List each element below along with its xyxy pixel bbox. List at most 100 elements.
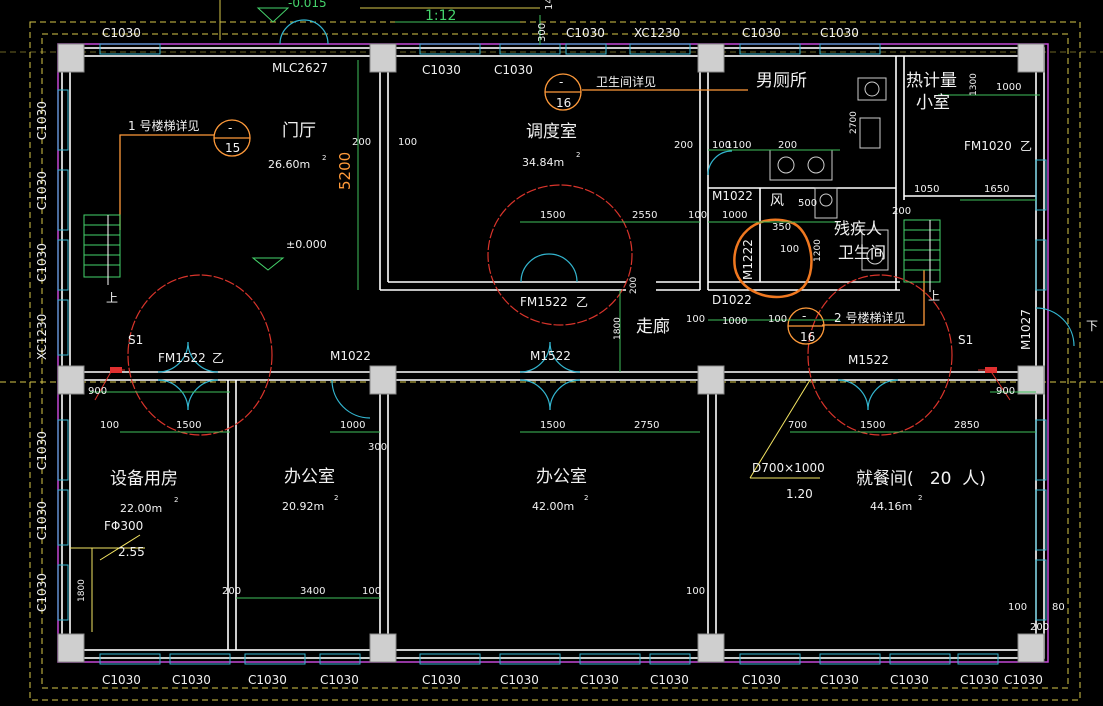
top-level-label: -0.015: [288, 0, 327, 10]
dim-label: 2750: [634, 420, 659, 431]
dim-label: 900: [88, 386, 107, 397]
detail-text: 1 号楼梯详见: [128, 118, 199, 133]
room-area: 34.84m: [522, 156, 564, 169]
s1-markers: [94, 369, 1011, 401]
window-label: C1030: [35, 431, 49, 470]
room-name: 调度室: [526, 122, 577, 142]
dim-label: 2700: [849, 111, 859, 134]
dim-label: 300: [368, 442, 387, 453]
window-label: C1030: [742, 26, 781, 40]
window-label: C1030: [1004, 673, 1043, 687]
door-label: M1022: [712, 189, 753, 203]
room-area-sup: 2: [174, 496, 178, 504]
door-label: FM1522: [158, 351, 206, 365]
level-marker-triangle: [251, 257, 285, 271]
dim-label: 100: [1008, 602, 1027, 613]
scale-label: 1:12: [425, 8, 456, 24]
fire-damper-level: 2.55: [118, 545, 145, 559]
dim-label: 1000: [340, 420, 365, 431]
window-label: C1030: [102, 673, 141, 687]
dim-label: 1050: [914, 184, 939, 195]
dim-label: 1300: [969, 73, 979, 96]
window-label: C1030: [820, 26, 859, 40]
dim-label: 200: [674, 140, 693, 151]
door-label: 乙: [1020, 139, 1032, 153]
room-area: 42.00m: [532, 500, 574, 513]
dim-label: 200: [778, 140, 797, 151]
room-name: 就餐间( 20 人): [856, 469, 986, 489]
dim-label: 1500: [176, 420, 201, 431]
window-label: C1030: [650, 673, 689, 687]
dim-label: 1500: [540, 210, 565, 221]
dim-label: 200: [892, 206, 911, 217]
window-label: C1030: [320, 673, 359, 687]
edge-label: 下: [1086, 319, 1098, 333]
stair-up-label: 上: [928, 289, 940, 303]
dim-label: 200: [629, 277, 639, 294]
dim-label: 100: [362, 586, 381, 597]
dim-label: 1000: [722, 210, 747, 221]
dim-label: 100: [688, 210, 707, 221]
bathroom-fixtures: [769, 77, 889, 271]
room-name: 卫生间: [838, 243, 886, 262]
room-name: 小室: [916, 93, 950, 113]
dim-label: 200: [352, 137, 371, 148]
door-label: M1522: [530, 349, 571, 363]
dim-14: 14: [544, 0, 555, 10]
window-label: C1030: [248, 673, 287, 687]
window-label: MLC2627: [272, 61, 328, 75]
room-name: 办公室: [284, 467, 335, 487]
window-label: C1030: [742, 673, 781, 687]
dim-label: 100: [686, 586, 705, 597]
dim-label: 200: [222, 586, 241, 597]
room-area-sup: 2: [334, 494, 338, 502]
window-label: C1030: [820, 673, 859, 687]
dim-label: 1200: [813, 239, 823, 262]
room-name: 男厕所: [756, 71, 807, 91]
dim-label: 1500: [540, 420, 565, 431]
detail-num: 16: [800, 330, 815, 344]
fire-damper-label: FΦ300: [104, 519, 143, 533]
door-label: M1022: [330, 349, 371, 363]
dim-label: 100: [398, 137, 417, 148]
window-label: C1030: [580, 673, 619, 687]
door-label: 乙: [212, 351, 224, 365]
dim-label: 5200: [336, 152, 354, 190]
room-name: 办公室: [536, 467, 587, 487]
detail-num: 16: [556, 96, 571, 110]
stair-up-label: 上: [106, 291, 118, 305]
window-label: C1030: [422, 673, 461, 687]
room-name: 残疾人: [834, 219, 882, 238]
window-label: C1030: [35, 501, 49, 540]
stair-right: [903, 219, 941, 292]
floor-level: ±0.000: [286, 238, 327, 251]
room-area: 22.00m: [120, 502, 162, 515]
dim-label: 1100: [726, 140, 751, 151]
dim-label: 1800: [77, 579, 87, 602]
detail-dash: -: [559, 75, 563, 89]
detail-dash: -: [802, 309, 806, 323]
detail-text: 2 号楼梯详见: [834, 310, 905, 325]
dim-label: 100: [768, 314, 787, 325]
dim-label: 1800: [613, 317, 623, 340]
window-label: C1030: [102, 26, 141, 40]
room-area: 20.92m: [282, 500, 324, 513]
window-label: C1030: [960, 673, 999, 687]
stair-left: [83, 214, 121, 285]
door-label: FM1522: [520, 295, 568, 309]
dim-label: 350: [772, 222, 791, 233]
window-label: C1030: [35, 243, 49, 282]
dim-label: 80: [1052, 602, 1065, 613]
door-label: M1522: [848, 353, 889, 367]
window-label: C1030: [35, 573, 49, 612]
dim-label: 100: [686, 314, 705, 325]
room-area: 44.16m: [870, 500, 912, 513]
detail-num: 15: [225, 141, 240, 155]
window-label: C1030: [890, 673, 929, 687]
dim-label: 100: [100, 420, 119, 431]
dim-label: 500: [798, 198, 817, 209]
room-name: 走廊: [636, 317, 670, 337]
window-label: C1030: [494, 63, 533, 77]
window-label: XC1230: [35, 314, 49, 360]
room-area-sup: 2: [918, 494, 922, 502]
